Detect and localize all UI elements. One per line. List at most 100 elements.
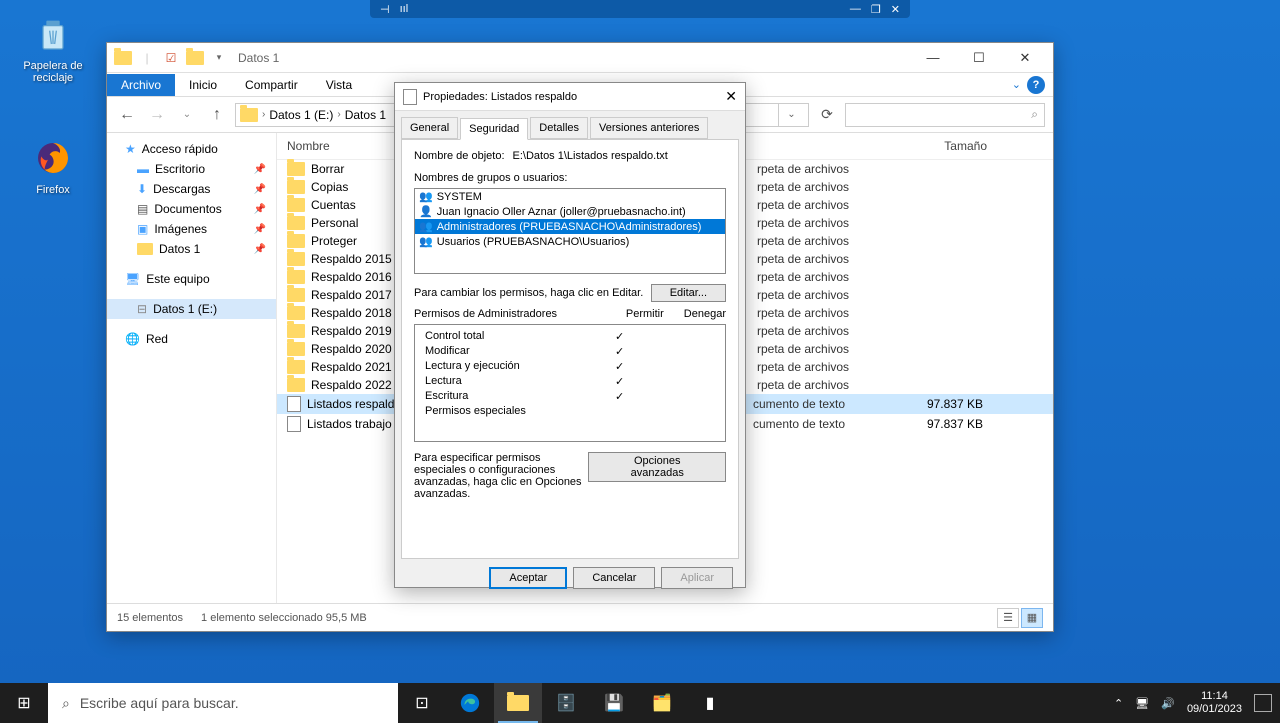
folder-icon[interactable] [112, 47, 134, 69]
advanced-button[interactable]: Opciones avanzadas [588, 452, 726, 482]
minimize-icon[interactable]: — [850, 3, 861, 16]
restore-icon[interactable]: ❐ [871, 3, 881, 16]
nav-quick-access[interactable]: ★Acceso rápido [107, 139, 276, 159]
tab-seguridad[interactable]: Seguridad [460, 118, 528, 140]
group-item[interactable]: 👥Administradores (PRUEBASNACHO\Administr… [415, 219, 725, 234]
tab-compartir[interactable]: Compartir [231, 74, 312, 96]
search-input[interactable]: ⌕ [845, 103, 1045, 127]
breadcrumb-segment[interactable]: Datos 1 [345, 108, 386, 122]
apply-button[interactable]: Aplicar [661, 567, 733, 589]
folder-icon [240, 108, 258, 122]
up-button[interactable]: ↑ [205, 103, 229, 127]
folder-icon [287, 234, 305, 248]
back-button[interactable]: ← [115, 103, 139, 127]
groups-label: Nombres de grupos o usuarios: [414, 172, 726, 184]
col-size[interactable]: Tamaño [897, 139, 987, 153]
check-icon: ✓ [615, 360, 624, 373]
refresh-button[interactable]: ⟳ [815, 103, 839, 127]
window-title: Datos 1 [238, 51, 279, 65]
tab-vista[interactable]: Vista [312, 74, 366, 96]
group-icon: 👥 [419, 235, 433, 248]
start-button[interactable]: ⊞ [0, 683, 48, 723]
ok-button[interactable]: Aceptar [489, 567, 567, 589]
file-type: rpeta de archivos [757, 378, 897, 392]
folder-icon [137, 243, 153, 255]
recycle-bin-icon[interactable]: Papelera de reciclaje [14, 14, 92, 84]
check-icon: ✓ [615, 345, 624, 358]
tray-up-icon[interactable]: ⌃ [1114, 697, 1123, 710]
tab-versiones[interactable]: Versiones anteriores [590, 117, 708, 139]
nav-datos1[interactable]: Datos 1📌 [107, 239, 276, 259]
pin-icon[interactable]: ⊣ [380, 3, 390, 16]
explorer-icon[interactable] [494, 683, 542, 723]
nav-drive[interactable]: ⊟Datos 1 (E:) [107, 299, 276, 319]
groups-list[interactable]: 👥SYSTEM 👤Juan Ignacio Oller Aznar (jolle… [414, 188, 726, 274]
nav-desktop[interactable]: ▬Escritorio📌 [107, 159, 276, 179]
edit-button[interactable]: Editar... [651, 284, 726, 302]
forward-button[interactable]: → [145, 103, 169, 127]
notification-icon[interactable] [1254, 694, 1272, 712]
qat-folder-icon[interactable] [184, 47, 206, 69]
chevron-down-icon[interactable]: ⌄ [1012, 78, 1021, 91]
document-icon [287, 416, 301, 432]
server-manager-icon[interactable]: 🗄️ [542, 683, 590, 723]
close-button[interactable]: ✕ [725, 88, 737, 105]
file-type: rpeta de archivos [757, 252, 897, 266]
terminal-icon[interactable]: ▮ [686, 683, 734, 723]
view-icons-button[interactable]: ▦ [1021, 608, 1043, 628]
task-view-button[interactable]: ⊡ [398, 683, 446, 723]
folder-stack-icon[interactable]: 🗂️ [638, 683, 686, 723]
file-type: cumento de texto [753, 417, 893, 431]
dropdown-icon[interactable]: ⌄ [787, 109, 795, 120]
group-item[interactable]: 👤Juan Ignacio Oller Aznar (joller@prueba… [415, 204, 725, 219]
sound-icon[interactable]: 🔊 [1161, 697, 1175, 710]
qat-dropdown-icon[interactable]: ▾ [208, 47, 230, 69]
maximize-button[interactable]: ☐ [956, 43, 1002, 73]
nav-images[interactable]: ▣Imágenes📌 [107, 219, 276, 239]
permissions-title: Permisos de Administradores [414, 308, 557, 320]
pin-icon: 📌 [254, 244, 266, 255]
tab-archivo[interactable]: Archivo [107, 74, 175, 96]
recent-dropdown-icon[interactable]: ⌄ [175, 103, 199, 127]
tab-general[interactable]: General [401, 117, 458, 139]
network-icon[interactable]: 🖥 [1135, 697, 1149, 710]
dialog-title: Propiedades: Listados respaldo [423, 91, 577, 103]
chevron-right-icon[interactable]: › [337, 109, 340, 120]
check-icon: ✓ [615, 330, 624, 343]
disk-icon[interactable]: 💾 [590, 683, 638, 723]
view-details-button[interactable]: ☰ [997, 608, 1019, 628]
firefox-icon[interactable]: Firefox [14, 138, 92, 196]
object-path: E:\Datos 1\Listados respaldo.txt [513, 150, 668, 162]
nav-downloads[interactable]: ⬇Descargas📌 [107, 179, 276, 199]
minimize-button[interactable]: — [910, 43, 956, 73]
close-button[interactable]: ✕ [1002, 43, 1048, 73]
tab-detalles[interactable]: Detalles [530, 117, 588, 139]
close-icon[interactable]: ✕ [891, 3, 900, 16]
nav-documents[interactable]: ▤Documentos📌 [107, 199, 276, 219]
group-icon: 👥 [419, 190, 433, 203]
perm-name: Lectura y ejecución [425, 360, 520, 373]
col-type[interactable] [757, 139, 897, 153]
permission-row: Escritura✓ [419, 389, 721, 404]
chevron-right-icon[interactable]: › [262, 109, 265, 120]
clock[interactable]: 11:14 09/01/2023 [1187, 690, 1242, 716]
breadcrumb-segment[interactable]: Datos 1 (E:) [269, 108, 333, 122]
file-type: rpeta de archivos [757, 234, 897, 248]
cancel-button[interactable]: Cancelar [573, 567, 655, 589]
properties-icon[interactable]: ☑ [160, 47, 182, 69]
group-item[interactable]: 👥SYSTEM [415, 189, 725, 204]
edge-icon[interactable] [446, 683, 494, 723]
tab-inicio[interactable]: Inicio [175, 74, 231, 96]
nav-this-pc[interactable]: 🖥Este equipo [107, 269, 276, 289]
file-type: rpeta de archivos [757, 360, 897, 374]
taskbar-search[interactable]: ⌕ Escribe aquí para buscar. [48, 683, 398, 723]
user-icon: 👤 [419, 205, 433, 218]
item-count: 15 elementos [117, 612, 183, 624]
nav-network[interactable]: 🌐Red [107, 329, 276, 349]
file-type: rpeta de archivos [757, 216, 897, 230]
help-icon[interactable]: ? [1027, 76, 1045, 94]
dialog-tabs: General Seguridad Detalles Versiones ant… [395, 111, 745, 139]
folder-icon [287, 216, 305, 230]
file-type: rpeta de archivos [757, 288, 897, 302]
group-item[interactable]: 👥Usuarios (PRUEBASNACHO\Usuarios) [415, 234, 725, 249]
